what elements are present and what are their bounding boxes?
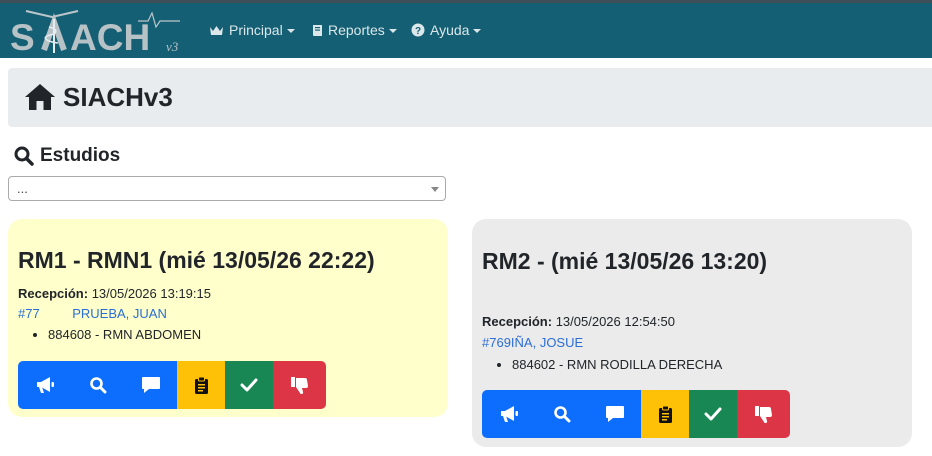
approve-button[interactable]: [225, 361, 273, 409]
report-button[interactable]: [641, 390, 689, 438]
report-button[interactable]: [177, 361, 225, 409]
comment-button[interactable]: [588, 390, 641, 438]
patient-link[interactable]: #77 PRUEBA, JUAN: [18, 306, 167, 321]
search-button[interactable]: [535, 390, 588, 438]
check-icon: [240, 378, 258, 392]
list-item: 884602 - RMN RODILLA DERECHA: [512, 356, 722, 374]
comment-icon: [141, 377, 160, 393]
announce-button[interactable]: [18, 361, 71, 409]
brand-logo[interactable]: S ACH v3: [8, 9, 188, 58]
svg-text:v3: v3: [166, 39, 179, 54]
nav-ayuda-label: Ayuda: [430, 22, 470, 38]
nav-menu-principal[interactable]: Principal: [209, 22, 295, 38]
check-icon: [704, 407, 722, 421]
clipboard-icon: [194, 376, 208, 394]
study-list: 884608 - RMN ABDOMEN: [18, 326, 201, 344]
list-item: 884608 - RMN ABDOMEN: [48, 326, 201, 344]
comment-icon: [605, 406, 624, 422]
home-icon[interactable]: [24, 83, 56, 111]
estudios-select-value: ...: [17, 181, 28, 196]
card-title: RM1 - RMN1 (mié 13/05/26 22:22): [18, 247, 375, 273]
search-icon: [89, 377, 106, 394]
nav-menu-ayuda[interactable]: ? Ayuda: [411, 22, 482, 38]
action-buttons: [482, 390, 790, 438]
nav-reportes-label: Reportes: [328, 22, 385, 38]
megaphone-icon: [500, 406, 518, 422]
chevron-down-icon: [388, 28, 397, 33]
reception-label: Recepción:: [482, 314, 553, 329]
search-icon: [553, 406, 570, 423]
chevron-down-icon: [286, 28, 295, 33]
clipboard-icon: [658, 405, 672, 423]
nav-menu-reportes[interactable]: Reportes: [312, 22, 397, 38]
card-reception: Recepción: 13/05/2026 13:19:15: [18, 286, 211, 301]
thumbs-down-icon: [290, 377, 308, 394]
estudios-label: Estudios: [40, 145, 121, 166]
search-icon: [14, 146, 34, 166]
estudios-heading: Estudios: [14, 145, 120, 167]
search-button[interactable]: [71, 361, 124, 409]
navbar: S ACH v3 Principal Reportes ? Ayuda: [0, 3, 932, 58]
crown-icon: [210, 26, 223, 35]
page-header: SIACHv3: [8, 68, 932, 127]
card-reception: Recepción: 13/05/2026 12:54:50: [482, 314, 675, 329]
page-title: SIACHv3: [63, 82, 173, 112]
action-buttons: [18, 361, 326, 409]
svg-text:?: ?: [415, 26, 421, 37]
reject-button[interactable]: [737, 390, 790, 438]
chevron-down-icon: [431, 187, 439, 192]
question-icon: ?: [411, 23, 425, 37]
estudios-select[interactable]: ...: [8, 176, 446, 201]
chevron-down-icon: [473, 28, 482, 33]
study-card-rm2: RM2 - (mié 13/05/26 13:20) Recepción: 13…: [472, 219, 912, 447]
svg-text:S: S: [10, 17, 36, 55]
card-title: RM2 - (mié 13/05/26 13:20): [482, 248, 768, 274]
megaphone-icon: [36, 377, 54, 393]
thumbs-down-icon: [754, 406, 772, 423]
reception-value: 13/05/2026 12:54:50: [555, 314, 675, 329]
reception-label: Recepción:: [18, 286, 89, 301]
reject-button[interactable]: [273, 361, 326, 409]
announce-button[interactable]: [482, 390, 535, 438]
nav-principal-label: Principal: [229, 22, 283, 38]
study-card-rm1: RM1 - RMN1 (mié 13/05/26 22:22) Recepció…: [8, 219, 448, 417]
svg-text:ACH: ACH: [70, 17, 150, 55]
approve-button[interactable]: [689, 390, 737, 438]
study-list: 884602 - RMN RODILLA DERECHA: [482, 356, 722, 374]
patient-link[interactable]: #769IÑA, JOSUE: [482, 335, 583, 350]
comment-button[interactable]: [124, 361, 177, 409]
book-icon: [313, 24, 322, 36]
reception-value: 13/05/2026 13:19:15: [91, 286, 211, 301]
